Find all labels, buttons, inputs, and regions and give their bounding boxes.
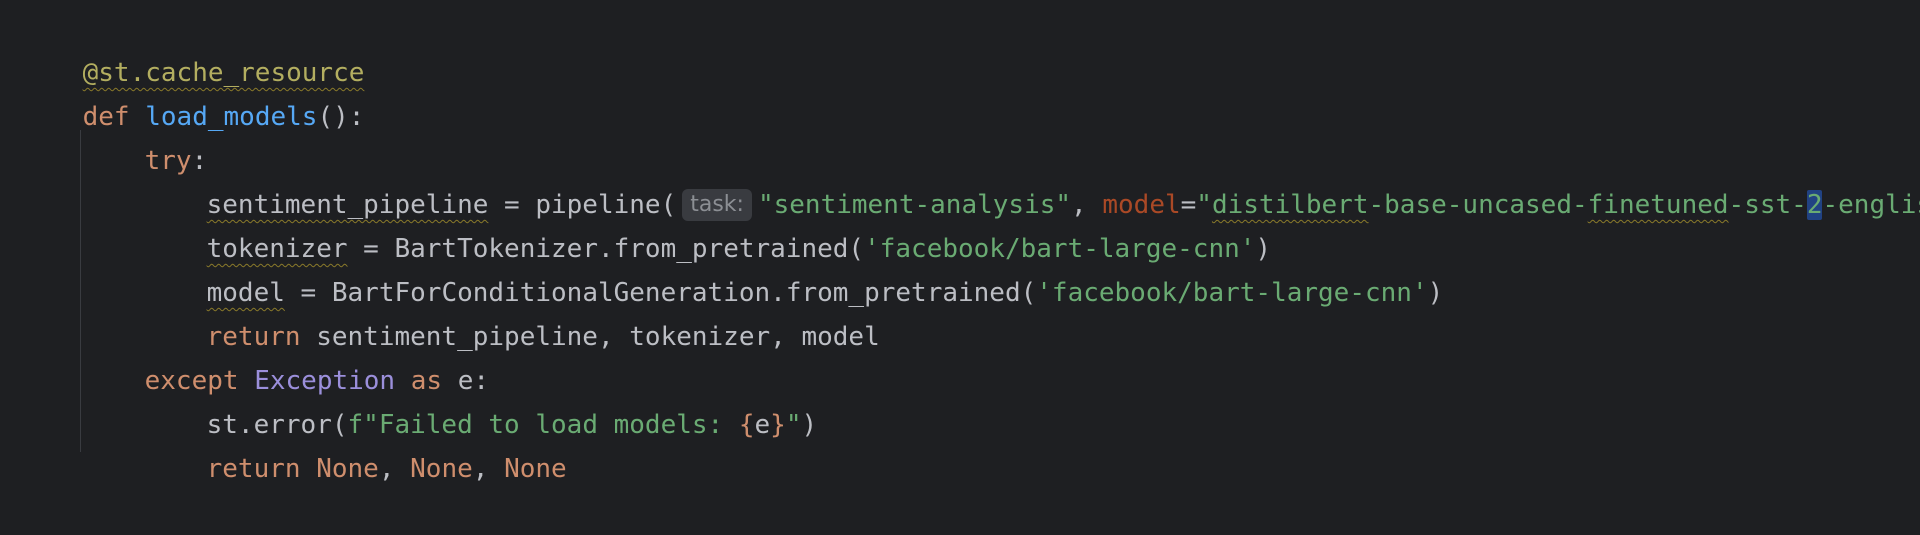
fstring-brace: } <box>770 410 786 440</box>
code-line[interactable]: def load_models(): <box>20 51 365 132</box>
comma: , <box>378 454 411 484</box>
code-line[interactable]: model = BartForConditionalGeneration.fro… <box>144 227 1444 308</box>
code-line[interactable]: sentiment_pipeline = pipeline(task: "sent… <box>144 139 1920 221</box>
code-line[interactable]: tokenizer = BartTokenizer.from_pretraine… <box>144 183 1271 264</box>
parens: (): <box>317 102 365 132</box>
string-model-name: 'facebook/bart-large-cnn' <box>1036 278 1428 308</box>
keyword-none: None <box>316 454 379 484</box>
code-line[interactable]: except Exception as e: <box>82 315 489 396</box>
code-line[interactable]: return None, None, None <box>144 403 567 484</box>
close-paren: ) <box>1427 278 1444 308</box>
string-part: -sst- <box>1728 190 1807 220</box>
fstring-var: e <box>754 410 771 440</box>
code-line[interactable]: @st.cache_resource <box>20 7 365 88</box>
text-cursor-highlight: 2 <box>1806 190 1823 220</box>
keyword-none: None <box>410 454 473 484</box>
indent-guide <box>80 358 81 452</box>
close-paren: ) <box>801 410 818 440</box>
string-part: finetuned <box>1587 190 1729 220</box>
fstring-brace: { <box>738 410 755 440</box>
indent-guide <box>80 138 81 308</box>
code-line[interactable]: st.error(f"Failed to load models: {e}") <box>144 359 818 440</box>
code-line[interactable]: return sentiment_pipeline, tokenizer, mo… <box>144 271 880 352</box>
comma: , <box>472 454 505 484</box>
keyword-none: None <box>504 454 567 484</box>
keyword-return: return <box>206 454 301 484</box>
code-editor[interactable]: @st.cache_resource def load_models(): tr… <box>0 0 1920 484</box>
code-line[interactable]: try: <box>82 95 208 176</box>
fstring-end: " <box>785 410 802 440</box>
string-part: -english" <box>1822 190 1920 220</box>
string-part: -base-uncased- <box>1368 190 1588 220</box>
